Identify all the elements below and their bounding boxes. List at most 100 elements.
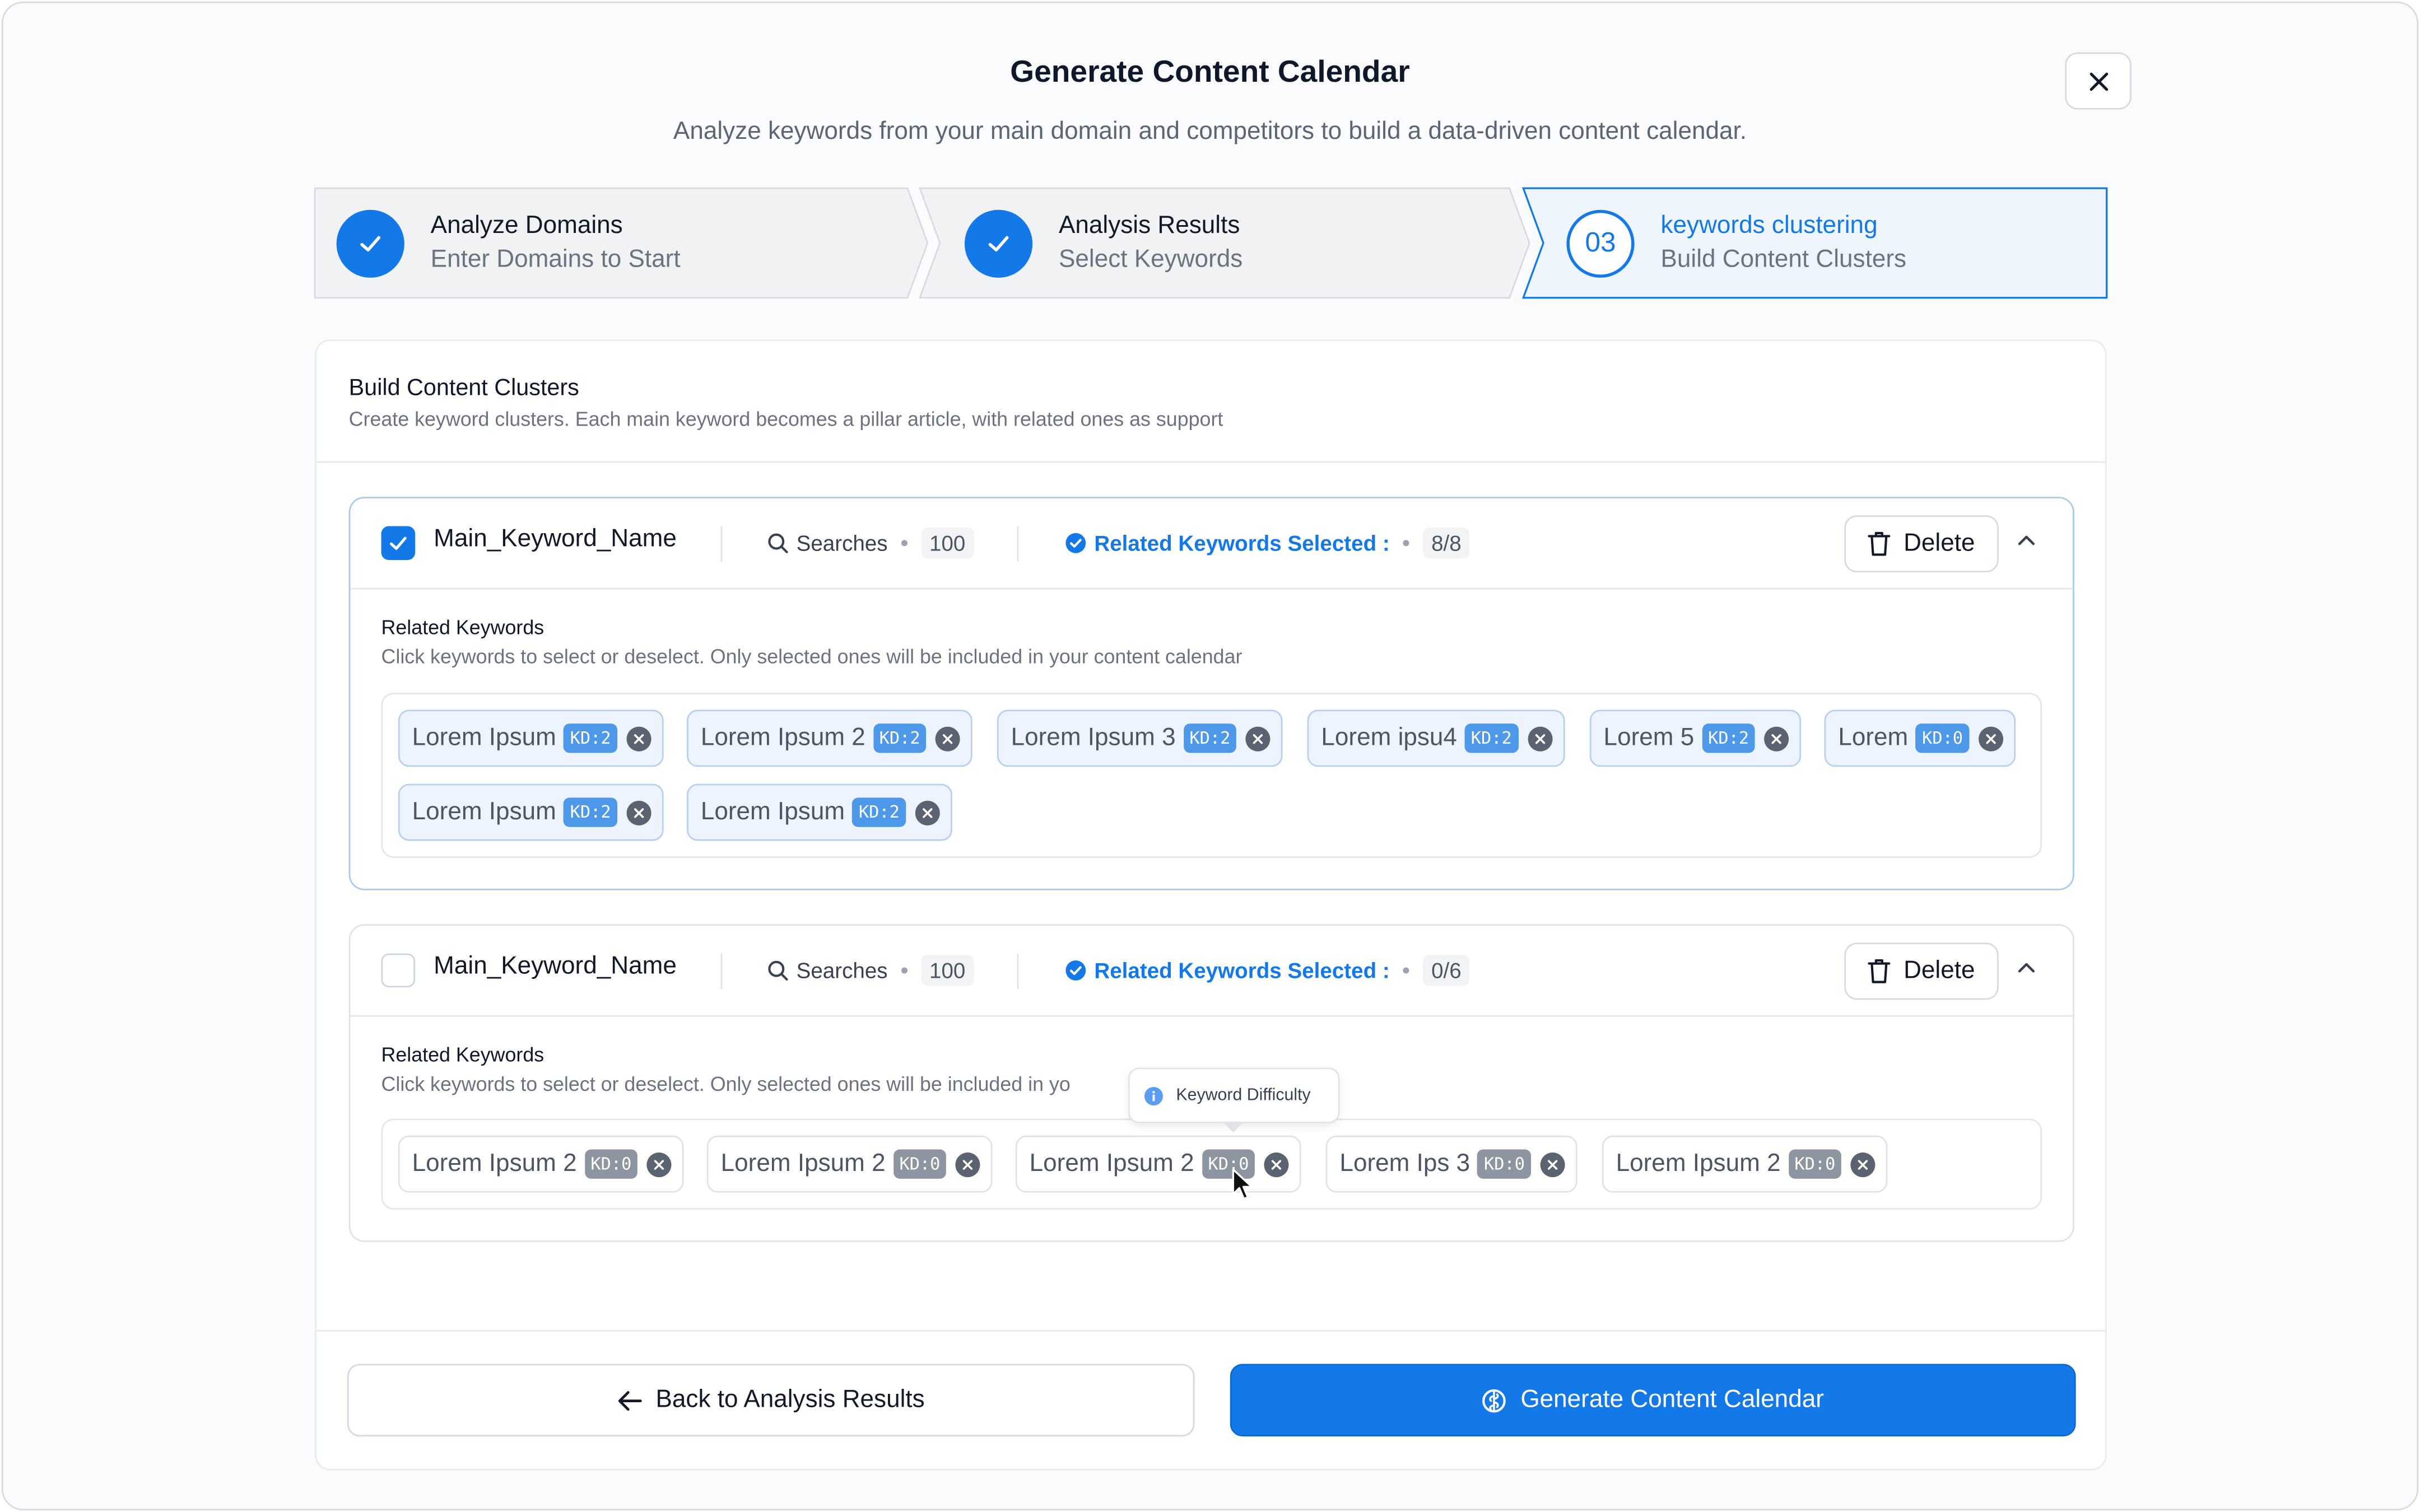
related-keywords-description: Click keywords to select or deselect. On… (381, 1072, 1071, 1096)
keyword-chip[interactable]: Lorem Ipsum KD:2 (687, 783, 952, 841)
cluster-checkbox[interactable] (381, 953, 416, 988)
keyword-chip[interactable]: Lorem Ipsum 2 KD:0 (398, 1135, 685, 1193)
check-circle-icon (1065, 960, 1086, 981)
kd-badge: KD:0 (1477, 1149, 1532, 1179)
step-title: Analyze Domains (430, 212, 623, 239)
check-circle-icon (1065, 533, 1086, 553)
kd-badge: KD:2 (852, 797, 906, 827)
kd-badge: KD:0 (893, 1149, 947, 1179)
keyword-text: Lorem 5 (1603, 724, 1695, 751)
step-number: 03 (1566, 209, 1635, 277)
kd-badge: KD:0 (584, 1149, 638, 1179)
remove-icon[interactable] (1245, 726, 1271, 751)
search-icon (768, 533, 788, 553)
dot-separator (1403, 967, 1410, 974)
remove-icon[interactable] (626, 726, 651, 751)
step-analysis-results[interactable]: Analysis Results Select Keywords (964, 186, 1242, 299)
keyword-chip[interactable]: Lorem KD:0 (1824, 710, 2016, 767)
remove-icon[interactable] (1978, 726, 2003, 751)
kd-badge: KD:2 (1702, 724, 1756, 753)
searches-label: Searches (796, 530, 888, 556)
keyword-chip[interactable]: Lorem Ipsum KD:2 (398, 783, 664, 841)
dot-separator (901, 540, 908, 547)
remove-icon[interactable] (936, 726, 961, 751)
keyword-chip[interactable]: Lorem Ipsum KD:2 (398, 710, 664, 767)
chevron-up-icon[interactable] (2016, 956, 2037, 978)
remove-icon[interactable] (1527, 726, 1552, 751)
step-analyze-domains[interactable]: Analyze Domains Enter Domains to Start (336, 186, 681, 299)
related-keywords-description: Click keywords to select or deselect. On… (381, 645, 1242, 668)
remove-icon[interactable] (1764, 726, 1789, 751)
kd-tooltip: Keyword Difficulty (1128, 1067, 1340, 1123)
keyword-chip[interactable]: Lorem Ipsum 2 KD:0 (1602, 1135, 1888, 1193)
remove-icon[interactable] (1850, 1151, 1876, 1177)
divider (720, 953, 723, 990)
kd-badge: KD:0 (1916, 724, 1970, 753)
related-selected-count: 0/6 (1423, 955, 1469, 986)
related-keywords-title: Related Keywords (381, 1043, 544, 1066)
keyword-chip[interactable]: Lorem Ipsum 2 KD:0 (706, 1135, 993, 1193)
searches-label: Searches (796, 958, 888, 983)
keyword-chip[interactable]: Lorem ipsu4 KD:2 (1307, 710, 1565, 767)
kd-badge: KD:2 (1464, 724, 1518, 753)
modal-subtitle: Analyze keywords from your main domain a… (673, 119, 1747, 145)
keyword-chip[interactable]: Lorem Ipsum 3 KD:2 (997, 710, 1283, 767)
keyword-chip[interactable]: Lorem Ipsum 2 KD:2 (687, 710, 973, 767)
divider (316, 461, 2105, 463)
keyword-chip[interactable]: Lorem Ips 3 KD:0 (1325, 1135, 1577, 1193)
kd-badge: KD:0 (1788, 1149, 1842, 1179)
stepper: Analyze Domains Enter Domains to Start A… (313, 186, 2108, 299)
keyword-text: Lorem (1838, 724, 1909, 751)
dot-separator (901, 967, 908, 974)
remove-icon[interactable] (1264, 1151, 1290, 1177)
panel-title: Build Content Clusters (348, 375, 579, 402)
trash-icon (1868, 959, 1891, 983)
keyword-text: Lorem Ipsum 2 (1616, 1150, 1781, 1177)
divider (1017, 953, 1019, 990)
remove-icon[interactable] (626, 800, 651, 825)
remove-icon[interactable] (956, 1151, 981, 1177)
keyword-chip-box: Lorem Ipsum KD:2 Lorem Ipsum 2 KD:2 Lore… (381, 693, 2042, 858)
delete-button[interactable]: Delete (1844, 515, 1999, 573)
related-selected-label: Related Keywords Selected : (1094, 530, 1390, 556)
searches-stat: Searches 100 (767, 955, 974, 986)
tooltip-arrow (1222, 1121, 1244, 1133)
related-selected-label: Related Keywords Selected : (1094, 958, 1390, 983)
trash-icon (1868, 531, 1891, 556)
panel-description: Create keyword clusters. Each main keywo… (348, 407, 1223, 431)
keyword-text: Lorem Ipsum (700, 798, 845, 825)
generate-calendar-button[interactable]: Generate Content Calendar (1230, 1364, 2076, 1436)
main-keyword-name: Main_Keyword_Name (434, 526, 677, 553)
mouse-cursor-icon (1232, 1168, 1253, 1200)
arrow-left-icon (618, 1390, 642, 1410)
cluster-header: Main_Keyword_Name Searches 100 Related K… (350, 926, 2073, 1017)
remove-icon[interactable] (915, 800, 940, 825)
step-keywords-clustering[interactable]: 03 keywords clustering Build Content Clu… (1566, 186, 1906, 299)
step-title: keywords clustering (1660, 212, 1878, 239)
cluster-header: Main_Keyword_Name Searches 100 Related K… (350, 498, 2073, 590)
close-button[interactable] (2065, 52, 2132, 110)
info-icon (1144, 1086, 1163, 1105)
delete-button[interactable]: Delete (1844, 942, 1999, 1000)
kd-badge: KD:2 (1183, 724, 1237, 753)
divider (1017, 526, 1019, 562)
tooltip-text: Keyword Difficulty (1176, 1086, 1311, 1105)
keyword-text: Lorem Ipsum (412, 724, 556, 751)
cluster-checkbox[interactable] (381, 526, 416, 561)
kd-badge: KD:2 (564, 797, 617, 827)
check-icon (964, 209, 1033, 277)
keyword-chip[interactable]: Lorem Ipsum 2 KD:0 (1015, 1135, 1302, 1193)
remove-icon[interactable] (646, 1151, 672, 1177)
keyword-text: Lorem Ips 3 (1339, 1150, 1470, 1177)
searches-value: 100 (922, 955, 974, 986)
keyword-text: Lorem Ipsum 2 (720, 1150, 886, 1177)
clusters-panel: Build Content Clusters Create keyword cl… (315, 339, 2107, 1471)
chevron-up-icon[interactable] (2016, 529, 2037, 551)
back-to-analysis-button[interactable]: Back to Analysis Results (347, 1364, 1195, 1436)
keyword-chip[interactable]: Lorem 5 KD:2 (1589, 710, 1802, 767)
related-selected-stat: Related Keywords Selected : 0/6 (1065, 955, 1469, 986)
keyword-text: Lorem Ipsum 2 (1029, 1150, 1194, 1177)
remove-icon[interactable] (1540, 1151, 1565, 1177)
delete-label: Delete (1904, 957, 1975, 984)
keyword-text: Lorem Ipsum (412, 798, 556, 825)
